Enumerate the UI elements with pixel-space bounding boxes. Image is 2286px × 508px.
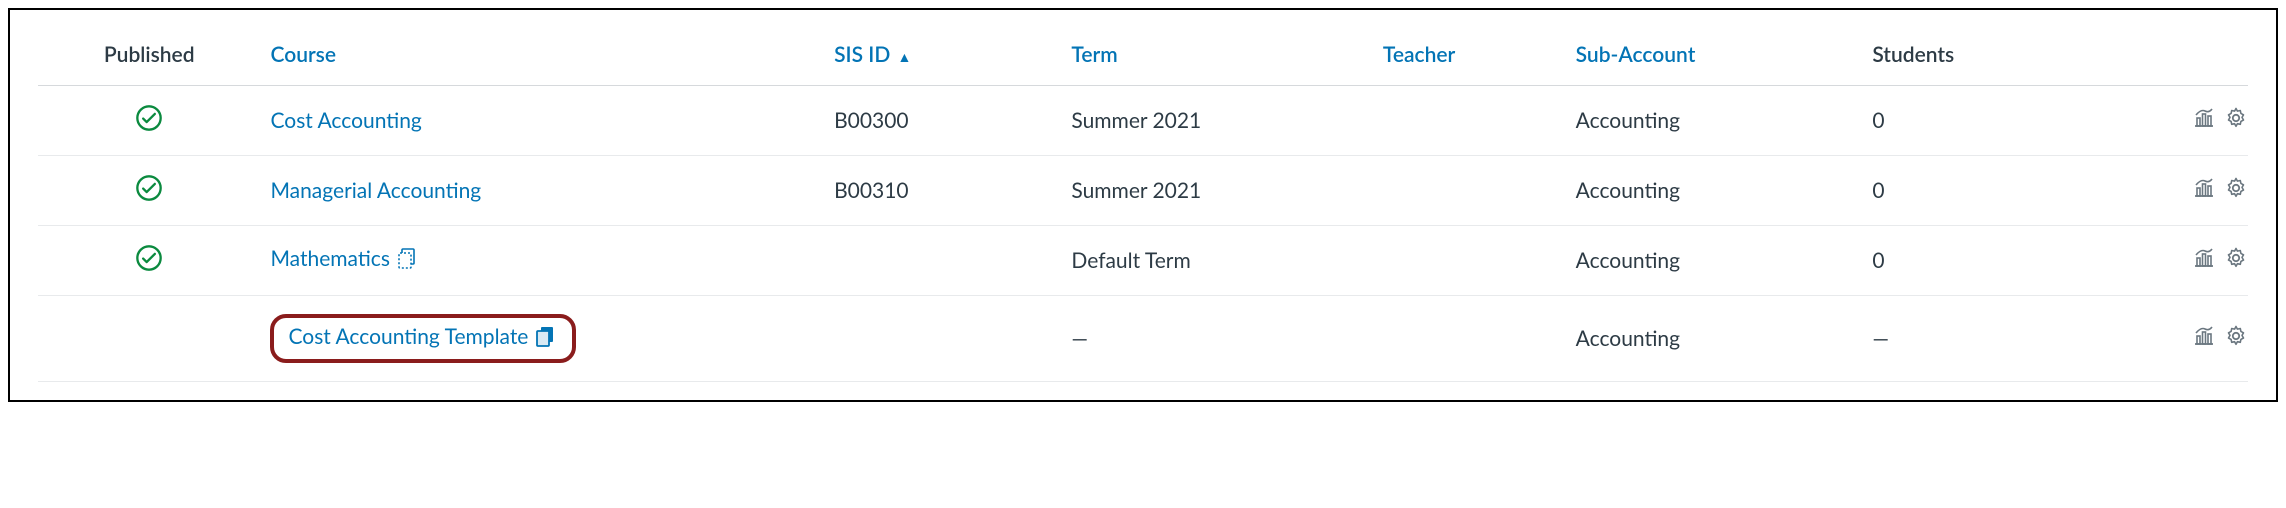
actions-cell bbox=[2100, 156, 2248, 226]
settings-gear-icon[interactable] bbox=[2224, 106, 2248, 135]
published-check-icon bbox=[135, 244, 163, 277]
course-cell: Mathematics bbox=[260, 226, 824, 296]
published-cell bbox=[38, 296, 260, 382]
template-icon bbox=[534, 324, 558, 353]
statistics-icon[interactable] bbox=[2192, 324, 2216, 353]
published-check-icon bbox=[135, 174, 163, 207]
sis-id-cell: B00300 bbox=[824, 86, 1061, 156]
published-check-icon bbox=[135, 104, 163, 137]
settings-gear-icon[interactable] bbox=[2224, 176, 2248, 205]
course-link[interactable]: Managerial Accounting bbox=[270, 178, 481, 203]
header-subaccount[interactable]: Sub-Account bbox=[1566, 28, 1863, 86]
table-row: Cost Accounting Template—Accounting— bbox=[38, 296, 2248, 382]
header-term[interactable]: Term bbox=[1061, 28, 1372, 86]
published-cell bbox=[38, 156, 260, 226]
table-body: Cost Accounting B00300Summer 2021 Accounti… bbox=[38, 86, 2248, 382]
subaccount-cell: Accounting bbox=[1566, 226, 1863, 296]
blueprint-icon bbox=[396, 246, 420, 275]
statistics-icon[interactable] bbox=[2192, 176, 2216, 205]
subaccount-cell: Accounting bbox=[1566, 296, 1863, 382]
subaccount-cell: Accounting bbox=[1566, 86, 1863, 156]
header-sis-id-label: SIS ID bbox=[834, 42, 890, 67]
students-cell: 0 bbox=[1862, 226, 2099, 296]
actions-cell bbox=[2100, 86, 2248, 156]
statistics-icon[interactable] bbox=[2192, 106, 2216, 135]
students-cell: 0 bbox=[1862, 86, 2099, 156]
statistics-icon[interactable] bbox=[2192, 246, 2216, 275]
header-course[interactable]: Course bbox=[260, 28, 824, 86]
actions-cell bbox=[2100, 226, 2248, 296]
table-row: Cost Accounting B00300Summer 2021 Accounti… bbox=[38, 86, 2248, 156]
courses-table: Published Course SIS ID ▲ Term Teacher S… bbox=[38, 28, 2248, 382]
courses-table-container: Published Course SIS ID ▲ Term Teacher S… bbox=[8, 8, 2278, 402]
header-students: Students bbox=[1862, 28, 2099, 86]
course-cell: Managerial Accounting bbox=[260, 156, 824, 226]
header-actions bbox=[2100, 28, 2248, 86]
term-cell: — bbox=[1061, 296, 1372, 382]
actions-cell bbox=[2100, 296, 2248, 382]
published-cell bbox=[38, 226, 260, 296]
table-row: Mathematics Default Term Accounting0 bbox=[38, 226, 2248, 296]
sis-id-cell bbox=[824, 296, 1061, 382]
sis-id-cell bbox=[824, 226, 1061, 296]
teacher-cell bbox=[1373, 296, 1566, 382]
header-published: Published bbox=[38, 28, 260, 86]
highlight-annotation: Cost Accounting Template bbox=[270, 314, 576, 363]
subaccount-cell: Accounting bbox=[1566, 156, 1863, 226]
table-header-row: Published Course SIS ID ▲ Term Teacher S… bbox=[38, 28, 2248, 86]
teacher-cell bbox=[1373, 226, 1566, 296]
sort-ascending-icon: ▲ bbox=[898, 48, 912, 65]
course-link[interactable]: Cost Accounting bbox=[270, 108, 421, 133]
header-sis-id[interactable]: SIS ID ▲ bbox=[824, 28, 1061, 86]
students-cell: 0 bbox=[1862, 156, 2099, 226]
term-cell: Default Term bbox=[1061, 226, 1372, 296]
settings-gear-icon[interactable] bbox=[2224, 246, 2248, 275]
students-cell: — bbox=[1862, 296, 2099, 382]
course-link[interactable]: Cost Accounting Template bbox=[288, 324, 528, 349]
settings-gear-icon[interactable] bbox=[2224, 324, 2248, 353]
teacher-cell bbox=[1373, 86, 1566, 156]
header-teacher[interactable]: Teacher bbox=[1373, 28, 1566, 86]
published-cell bbox=[38, 86, 260, 156]
teacher-cell bbox=[1373, 156, 1566, 226]
term-cell: Summer 2021 bbox=[1061, 156, 1372, 226]
term-cell: Summer 2021 bbox=[1061, 86, 1372, 156]
table-row: Managerial Accounting B00310Summer 2021 Ac… bbox=[38, 156, 2248, 226]
course-cell: Cost Accounting bbox=[260, 86, 824, 156]
course-cell: Cost Accounting Template bbox=[260, 296, 824, 382]
sis-id-cell: B00310 bbox=[824, 156, 1061, 226]
course-link[interactable]: Mathematics bbox=[270, 246, 389, 271]
